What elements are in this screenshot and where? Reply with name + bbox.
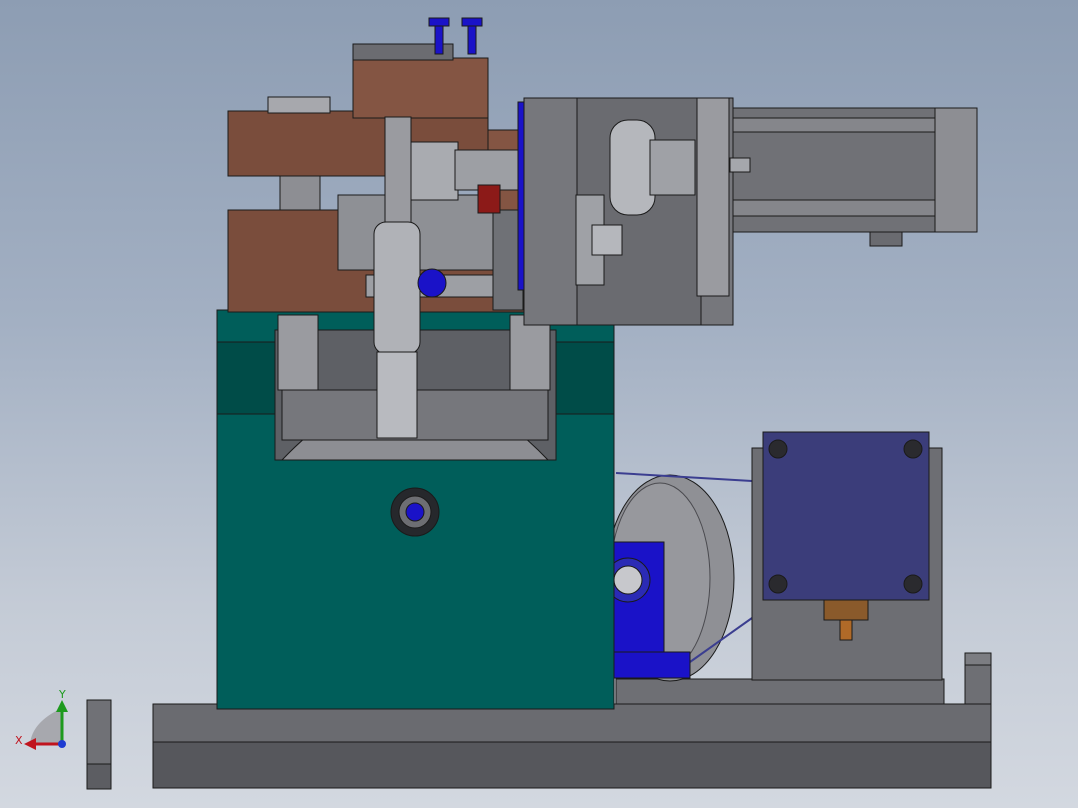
triad-x-label: X <box>15 734 23 747</box>
top-bolts <box>428 17 483 55</box>
cad-viewport[interactable]: Y X <box>0 0 1078 808</box>
left-bracket <box>86 699 112 790</box>
coordinate-triad: Y X <box>15 688 68 750</box>
gearbox-frame <box>523 97 734 326</box>
machine-assembly <box>86 17 992 790</box>
triad-y-label: Y <box>58 688 66 701</box>
stepper-motor <box>751 431 943 681</box>
servo-motor <box>729 107 978 247</box>
